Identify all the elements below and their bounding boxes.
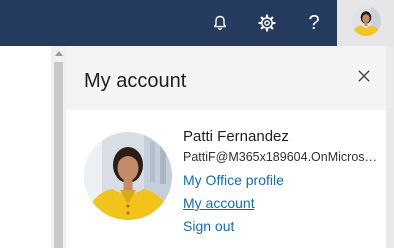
account-manager-button[interactable] [337,0,394,46]
user-info: Patti Fernandez PattiF@M365x189604.OnMic… [183,126,386,238]
notifications-button[interactable] [196,0,244,46]
bell-icon [213,15,227,31]
close-button[interactable] [352,66,376,90]
sign-out-link[interactable]: Sign out [183,215,386,238]
my-account-link[interactable]: My account [183,192,386,215]
account-panel: My account Patti Fernandez PattiF@M365x1… [66,46,386,248]
page-background [0,46,51,248]
settings-button[interactable] [243,0,291,46]
user-name: Patti Fernandez [183,128,289,145]
panel-title: My account [84,70,187,92]
close-icon [358,69,370,87]
help-button[interactable]: ? [290,0,338,46]
gear-icon [258,14,276,32]
panel-header: My account [66,46,386,110]
user-email: PattiF@M365x189604.OnMicrosoft.com [183,150,383,164]
top-navigation-bar: ? [0,0,394,46]
scroll-up-arrow-icon[interactable] [55,51,63,56]
profile-photo [84,132,172,220]
vertical-scrollbar[interactable] [51,46,66,248]
help-icon: ? [308,12,320,34]
scroll-thumb[interactable] [54,62,63,248]
user-avatar [350,5,381,41]
my-office-profile-link[interactable]: My Office profile [183,169,386,192]
